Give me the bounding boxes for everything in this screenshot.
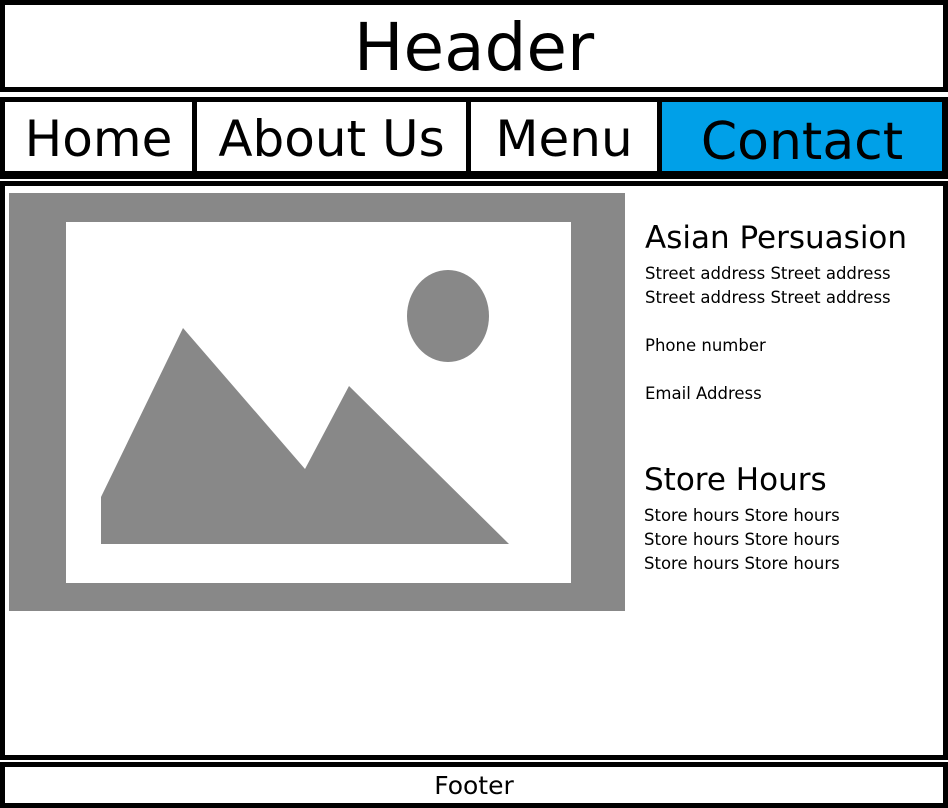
email-address: Email Address [645, 384, 762, 403]
store-hours-line: Store hours Store hours [644, 554, 840, 573]
street-address: Street address Street address [645, 288, 891, 307]
business-name: Asian Persuasion [645, 220, 908, 256]
image-placeholder-icon [9, 193, 625, 611]
nav-item-menu[interactable]: Menu [471, 102, 657, 171]
nav-item-home[interactable]: Home [5, 102, 192, 171]
nav-item-label: About Us [218, 109, 445, 168]
store-hours-line: Store hours Store hours [644, 530, 840, 549]
contact-info: Asian Persuasion Street address Street a… [645, 223, 945, 406]
nav-item-label: Contact [700, 111, 904, 172]
phone-number: Phone number [645, 336, 766, 355]
store-hours-title: Store Hours [644, 462, 827, 498]
store-hours: Store Hours Store hours Store hours Stor… [644, 465, 944, 576]
nav-bar: Home About Us Menu Contact [0, 97, 948, 179]
main-content: Asian Persuasion Street address Street a… [0, 181, 948, 760]
nav-item-about-us[interactable]: About Us [197, 102, 466, 171]
footer-text: Footer [434, 770, 514, 800]
street-address: Street address Street address [645, 264, 891, 283]
nav-item-contact[interactable]: Contact [662, 102, 942, 171]
page-title: Header [353, 9, 595, 86]
store-hours-line: Store hours Store hours [644, 506, 840, 525]
footer-bar: Footer [0, 762, 948, 808]
header-bar: Header [0, 0, 948, 92]
nav-item-label: Home [24, 109, 173, 168]
nav-item-label: Menu [495, 109, 633, 168]
